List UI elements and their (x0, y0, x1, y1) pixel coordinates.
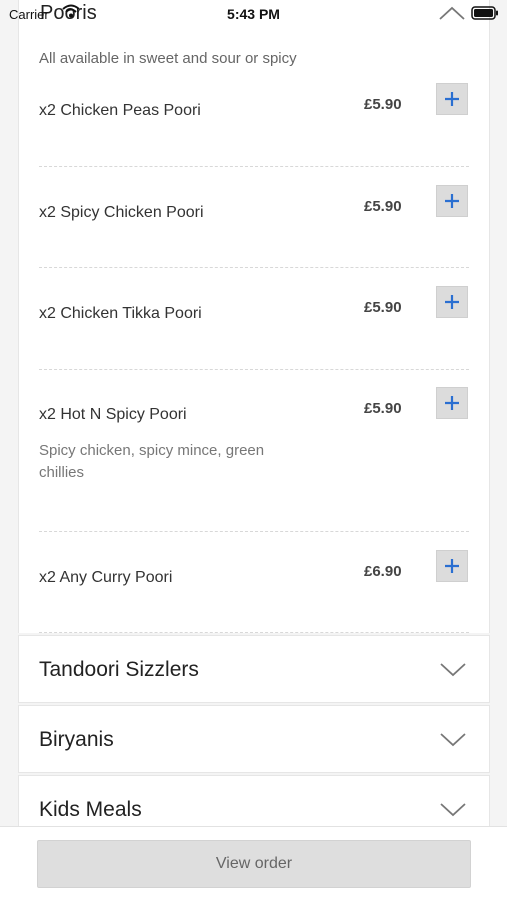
category-label: Tandoori Sizzlers (39, 658, 199, 681)
add-item-button[interactable] (436, 387, 468, 419)
plus-icon (445, 92, 459, 106)
divider (39, 632, 469, 633)
item-name: x2 Chicken Peas Poori (39, 102, 201, 119)
category-biryanis[interactable]: Biryanis (18, 705, 490, 773)
plus-icon (445, 559, 459, 573)
add-item-button[interactable] (436, 550, 468, 582)
item-name: x2 Hot N Spicy Poori (39, 406, 187, 423)
add-item-button[interactable] (436, 185, 468, 217)
item-description: Spicy chicken, spicy mince, green chilli… (39, 442, 265, 481)
view-order-button[interactable]: View order (37, 840, 471, 888)
divider (39, 267, 469, 268)
plus-icon (445, 396, 459, 410)
divider (39, 369, 469, 370)
chevron-down-icon (439, 800, 467, 823)
item-price: £6.90 (364, 563, 402, 580)
divider (39, 531, 469, 532)
item-price: £5.90 (364, 299, 402, 316)
item-name: x2 Spicy Chicken Poori (39, 204, 204, 221)
battery-icon (471, 6, 499, 25)
status-bar: Carrier 5:43 PM (0, 0, 507, 30)
chevron-down-icon (439, 660, 467, 683)
category-label: Biryanis (39, 728, 114, 751)
item-price: £5.90 (364, 400, 402, 417)
add-item-button[interactable] (436, 83, 468, 115)
section-subtitle: All available in sweet and sour or spicy (39, 50, 297, 67)
divider (39, 166, 469, 167)
add-item-button[interactable] (436, 286, 468, 318)
item-name: x2 Any Curry Poori (39, 569, 173, 586)
chevron-down-icon (439, 730, 467, 753)
status-time: 5:43 PM (227, 6, 280, 22)
pooris-section: All available in sweet and sour or spicy… (18, 0, 490, 633)
item-price: £5.90 (364, 198, 402, 215)
item-name: x2 Chicken Tikka Poori (39, 305, 202, 322)
category-tandoori-sizzlers[interactable]: Tandoori Sizzlers (18, 635, 490, 703)
plus-icon (445, 295, 459, 309)
bottom-bar: View order (0, 826, 507, 900)
plus-icon (445, 194, 459, 208)
category-label: Kids Meals (39, 798, 142, 821)
item-price: £5.90 (364, 96, 402, 113)
